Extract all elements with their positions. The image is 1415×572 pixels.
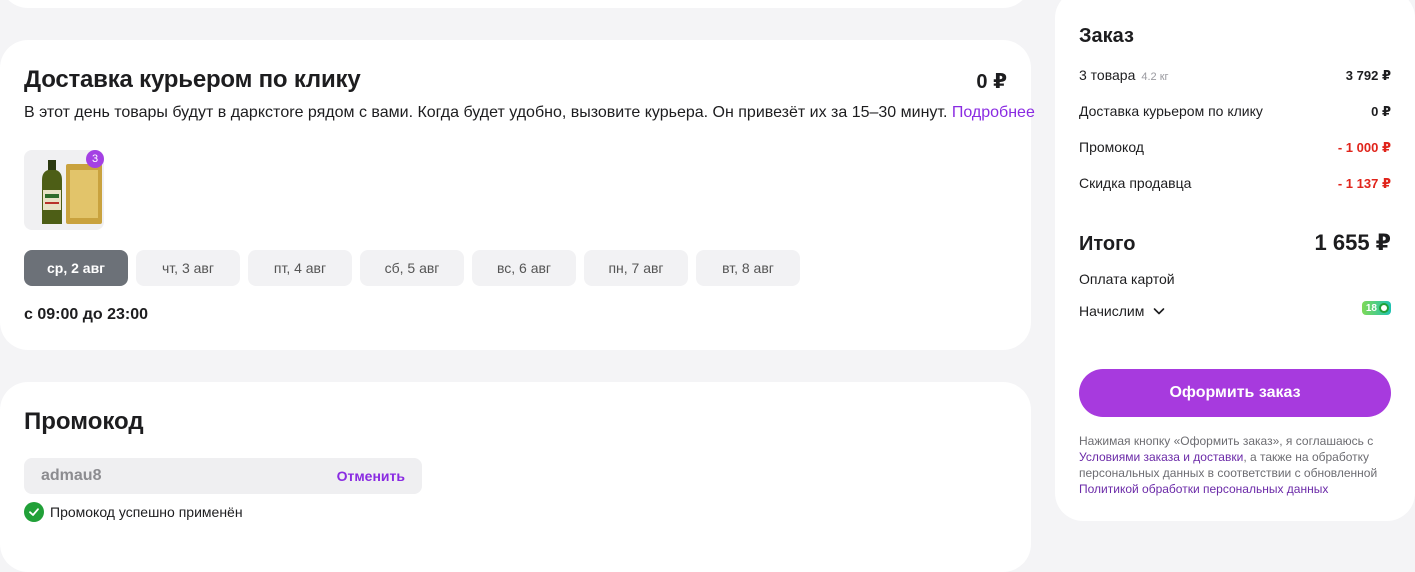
date-option-5[interactable]: пн, 7 авг — [584, 250, 688, 286]
chevron-down-icon — [1154, 308, 1165, 315]
promo-code-field[interactable]: admau8 Отменить — [24, 458, 422, 494]
promo-code-value: admau8 — [41, 467, 102, 484]
terms-link[interactable]: Условиями заказа и доставки — [1079, 450, 1243, 464]
courier-delivery-section: Доставка курьером по клику 0 ₽ В этот де… — [0, 40, 1035, 350]
order-promo-row: Промокод - 1 000 ₽ — [1079, 139, 1391, 156]
delivery-description: В этот день товары будут в даркстore ряд… — [24, 104, 1035, 122]
promo-status: Промокод успешно применён — [24, 502, 243, 522]
bonus-value: 18 — [1365, 302, 1377, 314]
items-label: 3 товара — [1079, 67, 1136, 83]
promo-label: Промокод — [1079, 139, 1144, 155]
total-label: Итого — [1079, 233, 1136, 255]
items-value: 3 792 ₽ — [1345, 68, 1391, 83]
promo-cancel-button[interactable]: Отменить — [337, 468, 405, 484]
date-option-0[interactable]: ср, 2 авг — [24, 250, 128, 286]
delivery-value: 0 ₽ — [1371, 104, 1391, 119]
previous-section-card — [0, 0, 1031, 8]
order-items-row: 3 товара 4.2 кг 3 792 ₽ — [1079, 67, 1391, 84]
checkout-button[interactable]: Оформить заказ — [1079, 369, 1391, 417]
legal-notice: Нажимая кнопку «Оформить заказ», я согла… — [1079, 433, 1391, 497]
bonus-coin-icon — [1379, 303, 1389, 313]
bonus-badge: 18 — [1361, 301, 1391, 315]
total-value: 1 655 ₽ — [1314, 230, 1391, 255]
date-option-2[interactable]: пт, 4 авг — [248, 250, 352, 286]
delivery-price: 0 ₽ — [976, 71, 1007, 93]
accrual-label: Начислим — [1079, 303, 1145, 319]
promo-value: - 1 000 ₽ — [1337, 140, 1391, 155]
date-option-3[interactable]: сб, 5 авг — [360, 250, 464, 286]
order-delivery-row: Доставка курьером по клику 0 ₽ — [1079, 103, 1391, 120]
order-total-row: Итого 1 655 ₽ — [1079, 230, 1391, 256]
date-option-4[interactable]: вс, 6 авг — [472, 250, 576, 286]
order-discount-row: Скидка продавца - 1 137 ₽ — [1079, 175, 1391, 192]
order-title: Заказ — [1079, 25, 1134, 47]
product-quantity-badge: 3 — [86, 150, 104, 168]
more-info-link[interactable]: Подробнее — [952, 104, 1035, 121]
promo-title: Промокод — [24, 408, 144, 435]
delivery-title: Доставка курьером по клику — [24, 66, 361, 93]
discount-label: Скидка продавца — [1079, 175, 1192, 191]
delivery-time-range: с 09:00 до 23:00 — [24, 306, 149, 323]
items-weight: 4.2 кг — [1141, 71, 1169, 83]
order-summary-panel: Заказ 3 товара 4.2 кг 3 792 ₽ Доставка ку… — [1055, 0, 1415, 521]
payment-method: Оплата картой — [1079, 271, 1175, 287]
check-icon — [24, 502, 44, 522]
promo-status-text: Промокод успешно применён — [50, 504, 243, 520]
promo-code-section: Промокод admau8 Отменить Промокод успешн… — [0, 382, 1031, 572]
delivery-description-text: В этот день товары будут в даркстore ряд… — [24, 104, 948, 121]
discount-value: - 1 137 ₽ — [1337, 176, 1391, 191]
bonus-accrual-toggle[interactable]: Начислим — [1079, 303, 1166, 319]
privacy-policy-link[interactable]: Политикой обработки персональных данных — [1079, 482, 1328, 496]
date-option-1[interactable]: чт, 3 авг — [136, 250, 240, 286]
delivery-label: Доставка курьером по клику — [1079, 103, 1263, 119]
legal-prefix: Нажимая кнопку «Оформить заказ», я согла… — [1079, 434, 1374, 448]
delivery-date-picker: ср, 2 авг чт, 3 авг пт, 4 авг сб, 5 авг … — [24, 250, 800, 286]
date-option-6[interactable]: вт, 8 авг — [696, 250, 800, 286]
